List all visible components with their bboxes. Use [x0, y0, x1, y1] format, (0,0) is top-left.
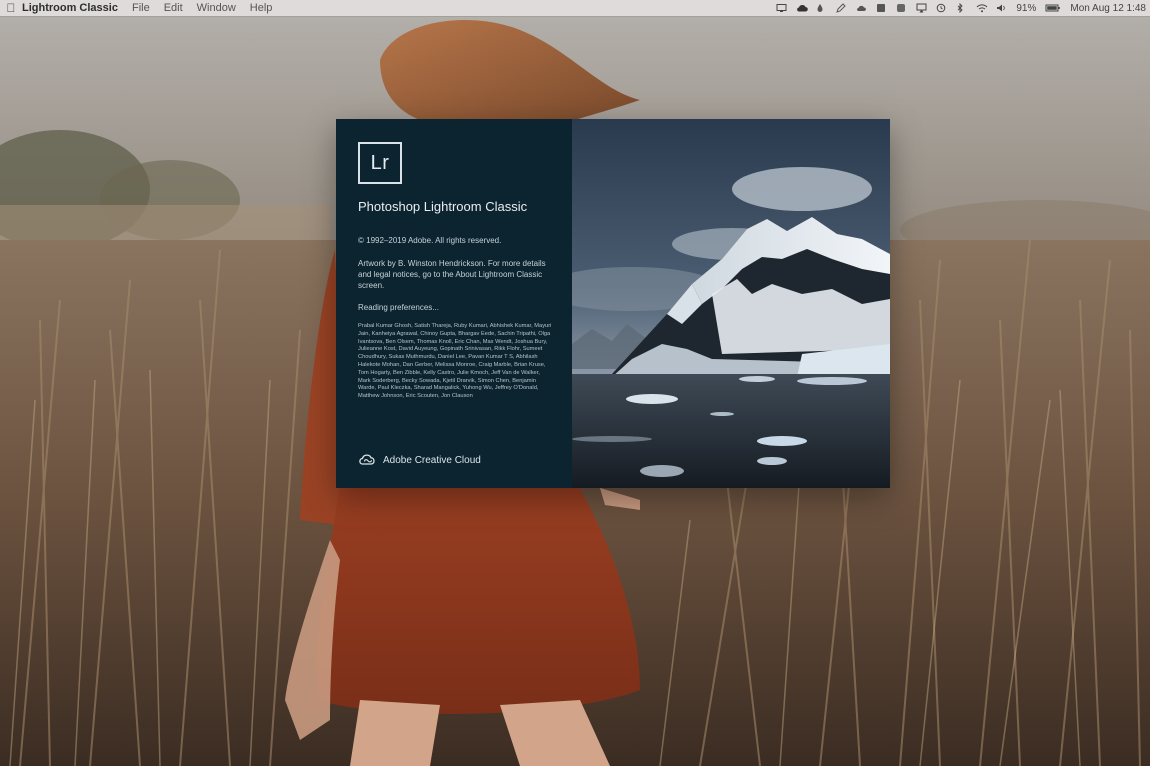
- app-icon[interactable]: [876, 3, 887, 13]
- copyright-text: © 1992–2019 Adobe. All rights reserved.: [358, 236, 502, 245]
- time-machine-icon[interactable]: [936, 3, 947, 13]
- wifi-icon[interactable]: [976, 3, 988, 13]
- lightroom-splash-screen: Lr Photoshop Lightroom Classic © 1992–20…: [336, 119, 890, 488]
- menu-app-name[interactable]: Lightroom Classic: [22, 2, 118, 14]
- logo-text: Lr: [370, 151, 390, 174]
- pen-icon[interactable]: [836, 3, 847, 13]
- loading-status: Reading preferences...: [358, 303, 439, 312]
- volume-icon[interactable]: [996, 3, 1007, 13]
- apple-logo-icon[interactable]: : [0, 1, 22, 15]
- cloud-icon[interactable]: [856, 3, 867, 13]
- menu-clock[interactable]: Mon Aug 12 1:48: [1070, 3, 1146, 14]
- creative-cloud-brand: Adobe Creative Cloud: [358, 452, 481, 469]
- creative-cloud-icon: [358, 452, 376, 469]
- status-area: 91% Mon Aug 12 1:48: [776, 3, 1150, 14]
- display-icon[interactable]: [776, 3, 787, 13]
- bluetooth-icon[interactable]: [956, 2, 967, 14]
- menu-help[interactable]: Help: [250, 2, 273, 14]
- menu-edit[interactable]: Edit: [164, 2, 183, 14]
- splash-info-panel: Lr Photoshop Lightroom Classic © 1992–20…: [336, 119, 572, 488]
- battery-percent[interactable]: 91%: [1016, 3, 1036, 14]
- app-icon[interactable]: [896, 3, 907, 13]
- menu-window[interactable]: Window: [197, 2, 236, 14]
- credits-list: Prabal Kumar Ghosh, Satish Thareja, Ruby…: [358, 323, 552, 400]
- drop-icon[interactable]: [816, 3, 827, 13]
- brand-text: Adobe Creative Cloud: [383, 455, 481, 466]
- battery-icon[interactable]: [1045, 3, 1061, 13]
- artwork-credit: Artwork by B. Winston Hendrickson. For m…: [358, 259, 546, 290]
- product-name: Photoshop Lightroom Classic: [358, 199, 528, 214]
- lightroom-logo: Lr: [358, 142, 402, 184]
- menu-bar:  Lightroom Classic File Edit Window Hel…: [0, 0, 1150, 16]
- menu-file[interactable]: File: [132, 2, 150, 14]
- airplay-icon[interactable]: [916, 3, 927, 13]
- creative-cloud-icon[interactable]: [796, 3, 809, 13]
- iceberg-mountain-artwork: [572, 119, 890, 488]
